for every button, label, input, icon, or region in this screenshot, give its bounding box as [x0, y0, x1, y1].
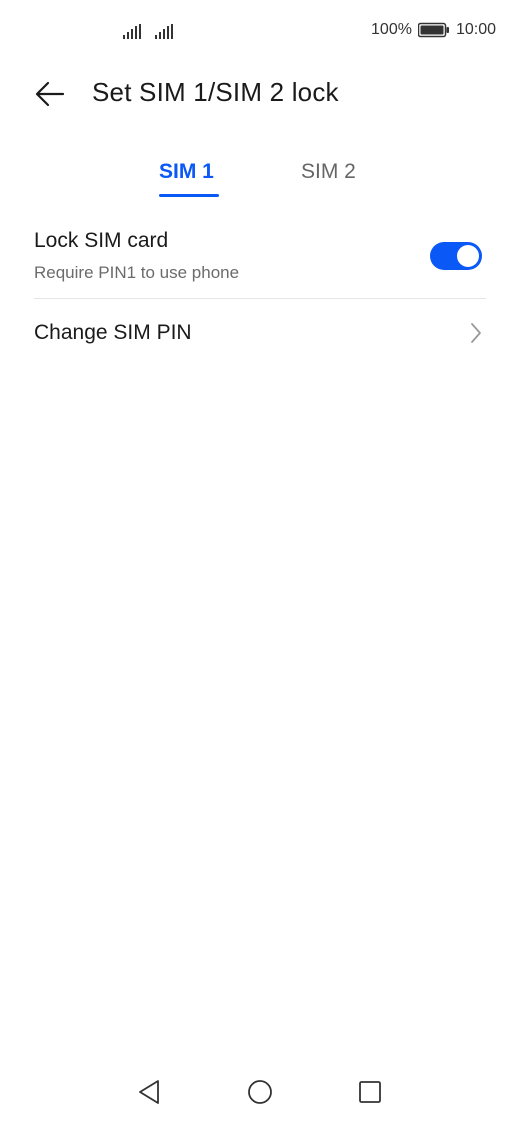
- chevron-right-icon: [471, 323, 481, 343]
- clock: 10:00: [455, 21, 496, 38]
- tab-sim-2[interactable]: SIM 2: [301, 160, 356, 184]
- nav-recent-button[interactable]: [348, 1072, 392, 1112]
- settings-list: Lock SIM card Require PIN1 to use phone …: [34, 222, 486, 369]
- lock-sim-card-subtitle: Require PIN1 to use phone: [34, 263, 240, 282]
- sim-tabs: SIM 1 SIM 2: [0, 150, 520, 206]
- lock-sim-card-row[interactable]: Lock SIM card Require PIN1 to use phone: [34, 222, 486, 298]
- status-bar: 100% 10:00: [0, 0, 520, 64]
- battery-percent: 100%: [371, 21, 412, 38]
- nav-home-icon: [248, 1080, 272, 1104]
- nav-recent-icon: [359, 1081, 381, 1103]
- signal-indicators: [122, 24, 174, 40]
- signal-sim2-icon: [155, 24, 173, 39]
- screen: 100% 10:00 Set SIM 1/SIM 2 lock SIM 1 SI…: [0, 0, 520, 1126]
- change-sim-pin-title: Change SIM PIN: [34, 321, 192, 344]
- navigation-bar: [0, 1066, 520, 1126]
- nav-home-button[interactable]: [238, 1072, 282, 1112]
- change-sim-pin-row[interactable]: Change SIM PIN: [34, 299, 486, 369]
- toggle-knob: [457, 245, 479, 267]
- battery-icon: [417, 22, 449, 38]
- lock-sim-card-title: Lock SIM card: [34, 229, 169, 252]
- arrow-left-icon: [35, 81, 65, 107]
- status-right: 100% 10:00: [371, 21, 496, 39]
- lock-sim-card-toggle[interactable]: [430, 242, 482, 270]
- header: Set SIM 1/SIM 2 lock: [0, 64, 520, 124]
- tab-sim-1[interactable]: SIM 1: [159, 160, 214, 184]
- signal-sim1-icon: [123, 24, 141, 39]
- tab-active-indicator: [159, 194, 219, 197]
- nav-back-icon: [139, 1080, 159, 1104]
- page-title: Set SIM 1/SIM 2 lock: [92, 77, 339, 107]
- nav-back-button[interactable]: [127, 1072, 171, 1112]
- back-button[interactable]: [28, 74, 72, 114]
